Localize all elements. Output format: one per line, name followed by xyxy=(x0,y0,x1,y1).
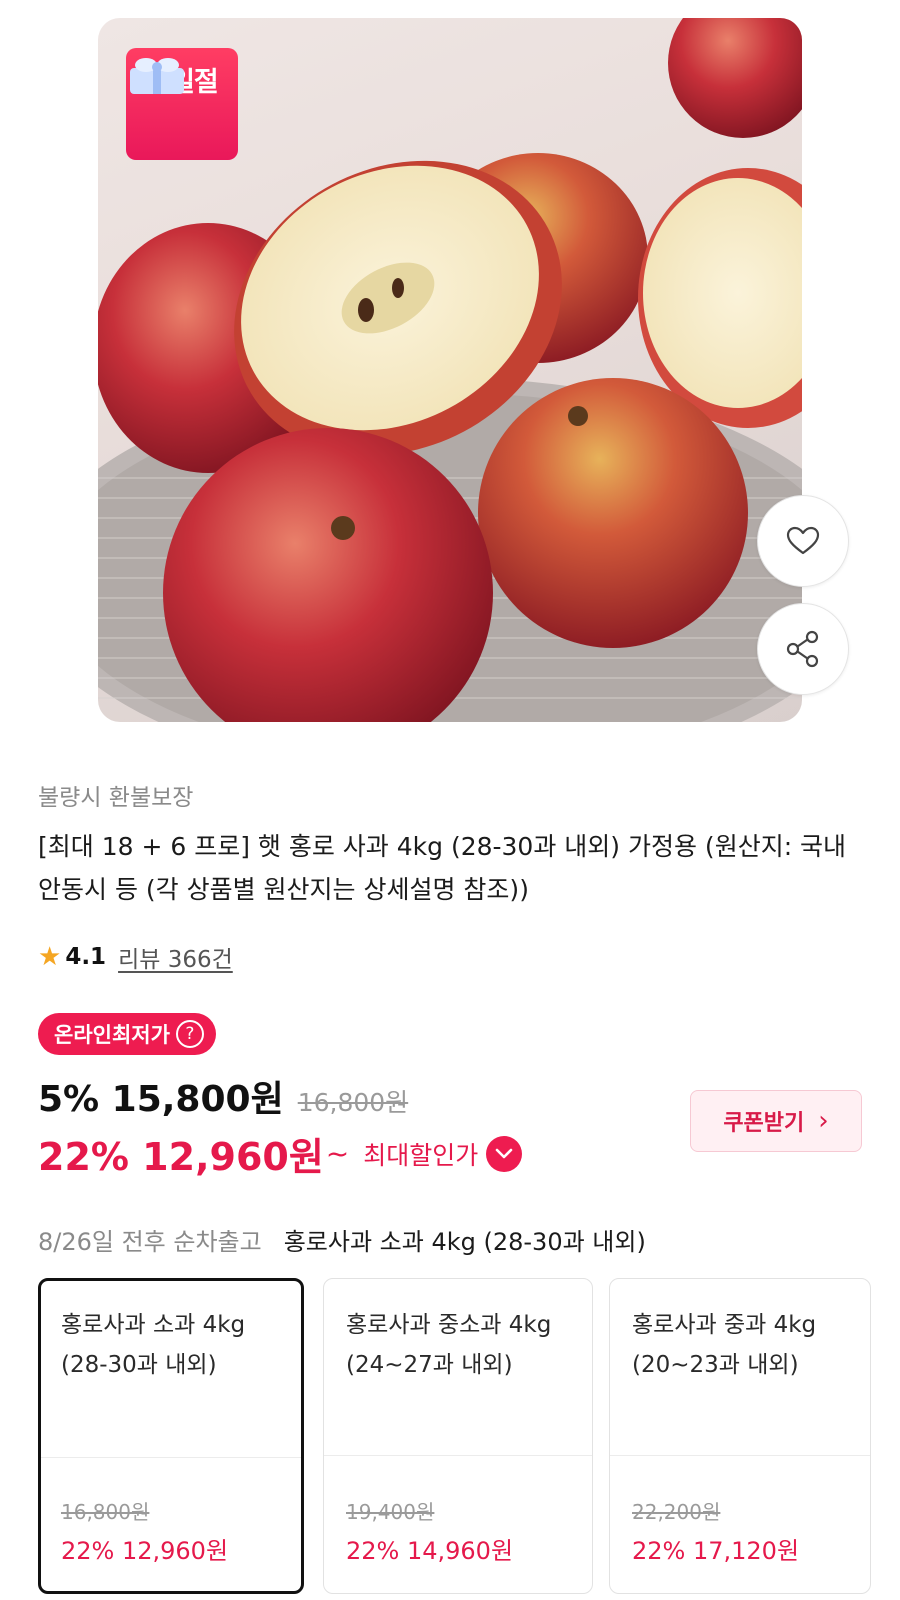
lowest-price-label: 온라인최저가 xyxy=(54,1023,170,1047)
max-discount-price: 22% 12,960원 xyxy=(38,1135,324,1179)
divider xyxy=(610,1455,870,1456)
product-title: [최대 18 + 6 프로] 햇 홍로 사과 4kg (28-30과 내외) 가… xyxy=(38,832,847,904)
question-icon[interactable]: ? xyxy=(175,1020,204,1048)
rating-score: 4.1 xyxy=(65,944,107,970)
discount-price: 5% 15,800원 xyxy=(38,1079,284,1120)
option-sale-price: 22% 12,960원 xyxy=(61,1537,229,1565)
option-card[interactable]: 홍로사과 소과 4kg (28-30과 내외) 16,800원 22% 12,9… xyxy=(38,1278,304,1594)
option-sale-price: 22% 14,960원 xyxy=(346,1537,514,1565)
online-lowest-price-badge[interactable]: 온라인최저가 ? xyxy=(38,1013,216,1055)
review-count-link[interactable]: 리뷰 366건 xyxy=(118,940,233,974)
option-original-price: 16,800원 xyxy=(61,1500,150,1524)
chevron-down-icon[interactable] xyxy=(486,1135,523,1172)
share-icon xyxy=(786,630,819,668)
option-name: 홍로사과 소과 4kg (28-30과 내외) xyxy=(61,1312,246,1378)
price-line-1: 5% 15,800원 16,800원 xyxy=(38,1070,408,1122)
option-card[interactable]: 홍로사과 중소과 4kg (24~27과 내외) 19,400원 22% 14,… xyxy=(323,1278,593,1594)
option-sale-price: 22% 17,120원 xyxy=(632,1537,800,1565)
selected-option-name: 홍로사과 소과 4kg (28-30과 내외) xyxy=(283,1228,646,1256)
share-button[interactable] xyxy=(757,603,849,695)
max-discount-price-line: 22% 12,960원 ~ 최대할인가 xyxy=(38,1126,523,1181)
option-original-price: 22,200원 xyxy=(632,1500,721,1524)
option-card[interactable]: 홍로사과 중과 4kg (20~23과 내외) 22,200원 22% 17,1… xyxy=(609,1278,871,1594)
eleventh-day-badge: 십일절 xyxy=(126,48,238,160)
divider xyxy=(324,1455,592,1456)
heart-icon xyxy=(786,526,820,555)
get-coupon-button[interactable]: 쿠폰받기 › xyxy=(690,1090,862,1152)
product-image[interactable]: 십일절 xyxy=(98,18,802,722)
option-name: 홍로사과 중과 4kg (20~23과 내외) xyxy=(632,1312,817,1378)
gift-icon xyxy=(130,58,184,94)
star-icon: ★ xyxy=(38,942,62,972)
refund-guarantee-text: 불량시 환불보장 xyxy=(38,785,194,811)
option-name: 홍로사과 중소과 4kg (24~27과 내외) xyxy=(346,1312,552,1378)
shipping-date: 8/26일 전후 순차출고 xyxy=(38,1228,262,1256)
price-tilde: ~ xyxy=(325,1137,350,1170)
option-original-price: 19,400원 xyxy=(346,1500,435,1524)
max-discount-label: 최대할인가 xyxy=(363,1140,479,1170)
divider xyxy=(41,1457,301,1458)
wishlist-button[interactable] xyxy=(757,495,849,587)
original-price: 16,800원 xyxy=(297,1088,409,1117)
coupon-label: 쿠폰받기 xyxy=(723,1111,805,1136)
rating-row: ★ 4.1 리뷰 366건 xyxy=(38,940,233,974)
chevron-right-icon: › xyxy=(818,1106,829,1136)
shipping-row: 8/26일 전후 순차출고 홍로사과 소과 4kg (28-30과 내외) xyxy=(38,1222,646,1257)
